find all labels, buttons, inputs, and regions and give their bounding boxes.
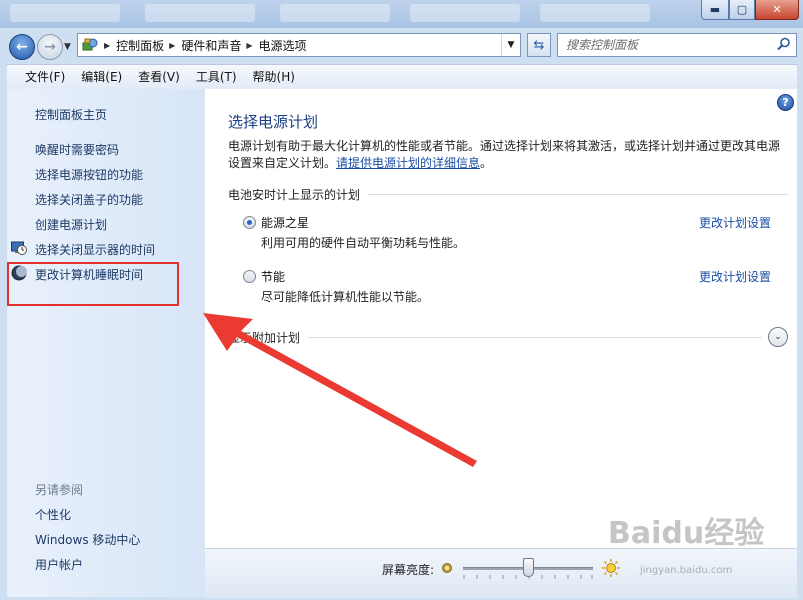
sidebar-item-create-plan[interactable]: 创建电源计划	[35, 216, 107, 233]
sidebar-item-power-button[interactable]: 选择电源按钮的功能	[35, 166, 143, 183]
blurred-taskbar-tab	[410, 4, 520, 22]
close-button[interactable]: ✕	[755, 0, 799, 20]
page-title: 选择电源计划	[228, 113, 319, 131]
maximize-button[interactable]: ▢	[729, 0, 755, 20]
description-end: 。	[480, 156, 493, 170]
breadcrumb-control-panel[interactable]: 控制面板	[116, 37, 164, 54]
brightness-low-icon	[442, 563, 452, 573]
see-also-user-accounts[interactable]: 用户帐户	[35, 556, 83, 573]
change-plan-settings-link[interactable]: 更改计划设置	[699, 214, 771, 231]
window-controls: ▬ ▢ ✕	[701, 0, 799, 20]
help-icon[interactable]: ?	[777, 94, 794, 111]
change-plan-settings-link[interactable]: 更改计划设置	[699, 268, 771, 285]
breadcrumb-power-options[interactable]: 电源选项	[259, 37, 307, 54]
see-also-heading: 另请参阅	[35, 483, 84, 497]
breadcrumb-separator[interactable]: ▶	[169, 41, 175, 50]
breadcrumb-separator[interactable]: ▶	[246, 41, 252, 50]
breadcrumb-hardware-sound[interactable]: 硬件和声音	[181, 37, 241, 54]
menu-edit[interactable]: 编辑(E)	[73, 66, 130, 88]
breadcrumb-separator[interactable]: ▶	[104, 41, 110, 50]
sidebar-item-display-off[interactable]: 选择关闭显示器的时间	[35, 241, 155, 258]
plan-name[interactable]: 能源之星	[261, 214, 309, 231]
blurred-taskbar-tab	[10, 4, 120, 22]
plan-description: 尽可能降低计算机性能以节能。	[261, 290, 430, 304]
watermark-logo: Baidu经验	[608, 516, 765, 551]
description-text: 电源计划有助于最大化计算机的性能或者节能。通过选择计划来将其激活，或选择计划并通…	[228, 139, 781, 170]
power-options-window: ▬ ▢ ✕ ← → ▼ ▶ 控制面板 ▶ 硬件和声音 ▶ 电源选项 ▼ ⇆ 搜索…	[0, 0, 803, 600]
blurred-taskbar-tab	[540, 4, 650, 22]
address-dropdown-button[interactable]: ▼	[501, 34, 520, 56]
plan-details-link[interactable]: 请提供电源计划的详细信息	[336, 156, 480, 170]
search-icon[interactable]	[777, 37, 791, 51]
plan-description: 利用可用的硬件自动平衡功耗与性能。	[261, 236, 466, 250]
section-title: 电池安时计上显示的计划	[228, 187, 361, 202]
plan-radio[interactable]	[243, 270, 256, 283]
page-description: 电源计划有助于最大化计算机的性能或者节能。通过选择计划来将其激活，或选择计划并通…	[228, 138, 788, 172]
forward-button[interactable]: →	[37, 34, 63, 60]
control-panel-icon	[81, 37, 99, 53]
menu-tools[interactable]: 工具(T)	[188, 66, 245, 88]
sidebar-item-lid-close[interactable]: 选择关闭盖子的功能	[35, 191, 143, 208]
brightness-label: 屏幕亮度:	[382, 563, 435, 577]
arrow-left-icon: ←	[16, 39, 28, 55]
battery-meter-plans-heading: 电池安时计上显示的计划	[228, 185, 788, 203]
section-divider	[368, 193, 788, 195]
arrow-right-icon: →	[44, 39, 56, 55]
plan-radio-selected[interactable]	[243, 216, 256, 229]
blurred-taskbar-tab	[280, 4, 390, 22]
refresh-icon: ⇆	[533, 37, 545, 53]
blurred-taskbar-tab	[145, 4, 255, 22]
title-bar[interactable]: ▬ ▢ ✕	[0, 0, 803, 28]
sidebar-item-wake-password[interactable]: 唤醒时需要密码	[35, 141, 119, 158]
minimize-button[interactable]: ▬	[701, 0, 729, 20]
annotation-highlight-box	[7, 262, 179, 306]
left-task-pane: 控制面板主页 唤醒时需要密码 选择电源按钮的功能 选择关闭盖子的功能 创建电源计…	[7, 89, 205, 597]
brightness-slider-thumb[interactable]	[522, 558, 534, 577]
brightness-high-icon	[602, 559, 620, 577]
refresh-button[interactable]: ⇆	[527, 33, 551, 57]
watermark-url: jingyan.baidu.com	[640, 565, 733, 576]
control-panel-home-link[interactable]: 控制面板主页	[35, 106, 107, 123]
address-bar[interactable]: ▶ 控制面板 ▶ 硬件和声音 ▶ 电源选项 ▼	[77, 33, 521, 57]
see-also-mobility-center[interactable]: Windows 移动中心	[35, 531, 140, 548]
annotation-arrow	[203, 313, 477, 467]
navigation-bar: ← → ▼ ▶ 控制面板 ▶ 硬件和声音 ▶ 电源选项 ▼ ⇆	[0, 28, 803, 62]
search-input[interactable]	[564, 37, 773, 53]
recent-pages-dropdown[interactable]: ▼	[64, 42, 71, 52]
monitor-clock-icon	[11, 241, 27, 255]
back-button[interactable]: ←	[9, 34, 35, 60]
plan-name[interactable]: 节能	[261, 268, 285, 285]
chevron-down-icon[interactable]: ⌄	[768, 327, 788, 347]
menu-view[interactable]: 查看(V)	[130, 66, 188, 88]
menu-help[interactable]: 帮助(H)	[245, 66, 303, 88]
search-box[interactable]	[557, 33, 797, 57]
menu-file[interactable]: 文件(F)	[17, 66, 73, 88]
menu-bar: 文件(F) 编辑(E) 查看(V) 工具(T) 帮助(H)	[7, 64, 797, 90]
see-also-personalization[interactable]: 个性化	[35, 506, 71, 523]
